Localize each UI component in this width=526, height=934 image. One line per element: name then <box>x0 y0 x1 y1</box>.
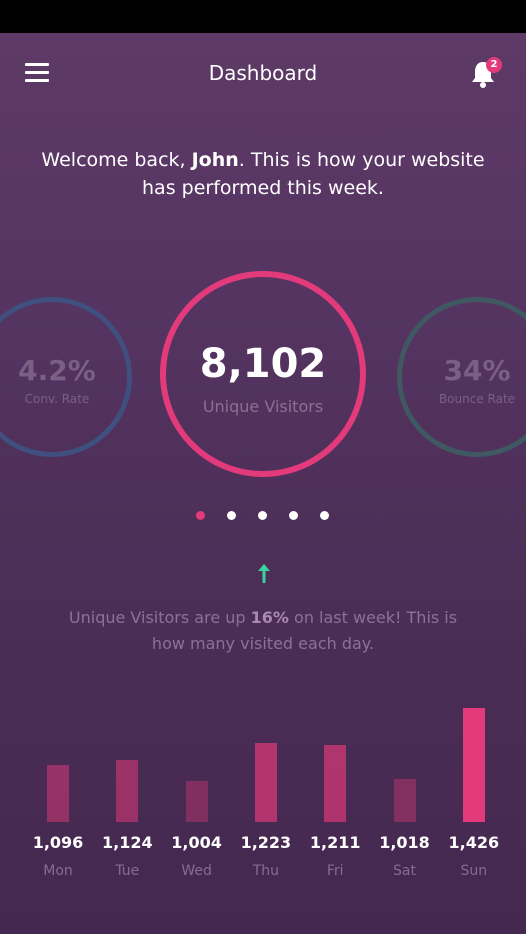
bar-value-label: 1,211 <box>309 833 361 852</box>
trend-summary: Unique Visitors are up 16% on last week!… <box>60 605 466 657</box>
bar-thu[interactable] <box>254 743 277 822</box>
notifications-button[interactable]: 2 <box>468 57 504 91</box>
page-title: Dashboard <box>208 61 318 85</box>
bar-value-label: 1,223 <box>240 833 292 852</box>
bar-day-label: Tue <box>115 863 140 879</box>
bar-sat[interactable] <box>393 778 416 822</box>
bar-day-label: Thu <box>252 863 280 879</box>
trend-prefix: Unique Visitors are up <box>68 608 251 627</box>
welcome-prefix: Welcome back, <box>41 149 192 171</box>
conversion-rate-card[interactable]: 4.2% Conv. Rate <box>0 297 132 457</box>
bar-tue[interactable] <box>116 760 139 822</box>
bar-mon[interactable] <box>47 765 69 822</box>
arrow-up-icon <box>258 564 270 583</box>
bar-sun[interactable] <box>462 708 485 822</box>
welcome-message: Welcome back, John. This is how your web… <box>40 146 486 202</box>
bar-day-label: Fri <box>326 863 344 879</box>
status-bar <box>0 0 526 33</box>
dashboard-screen: Dashboard 2 Welcome back, John. This is … <box>0 33 526 934</box>
bar-day-label: Mon <box>43 863 73 879</box>
unique-visitors-value: 8,102 <box>199 341 327 387</box>
unique-visitors-card[interactable]: 8,102 Unique Visitors <box>160 271 366 477</box>
conversion-rate-label: Conv. Rate <box>24 392 90 406</box>
user-name: John <box>191 149 239 171</box>
bar-value-label: 1,426 <box>448 833 500 852</box>
carousel-dot[interactable] <box>227 511 236 520</box>
carousel-dot[interactable] <box>320 511 329 520</box>
carousel-dot[interactable] <box>258 511 267 520</box>
bar-value-label: 1,004 <box>171 833 222 852</box>
bar-fri[interactable] <box>324 745 347 822</box>
bar-wed[interactable] <box>185 781 208 822</box>
carousel-dot[interactable] <box>196 511 205 520</box>
notification-badge: 2 <box>486 57 502 73</box>
bounce-rate-value: 34% <box>443 354 511 387</box>
bounce-rate-label: Bounce Rate <box>438 392 516 406</box>
bar-value-label: 1,096 <box>32 833 84 852</box>
bounce-rate-card[interactable]: 34% Bounce Rate <box>397 297 526 457</box>
unique-visitors-label: Unique Visitors <box>202 397 324 416</box>
bar-day-label: Wed <box>181 863 212 879</box>
bar-value-label: 1,124 <box>101 833 153 852</box>
bar-value-label: 1,018 <box>379 833 430 852</box>
bar-day-label: Sat <box>393 863 416 879</box>
bar-day-label: Sun <box>460 863 488 879</box>
carousel-pagination <box>0 511 526 521</box>
carousel-dot[interactable] <box>289 511 298 520</box>
conversion-rate-value: 4.2% <box>18 354 96 387</box>
trend-percent: 16% <box>250 608 289 627</box>
